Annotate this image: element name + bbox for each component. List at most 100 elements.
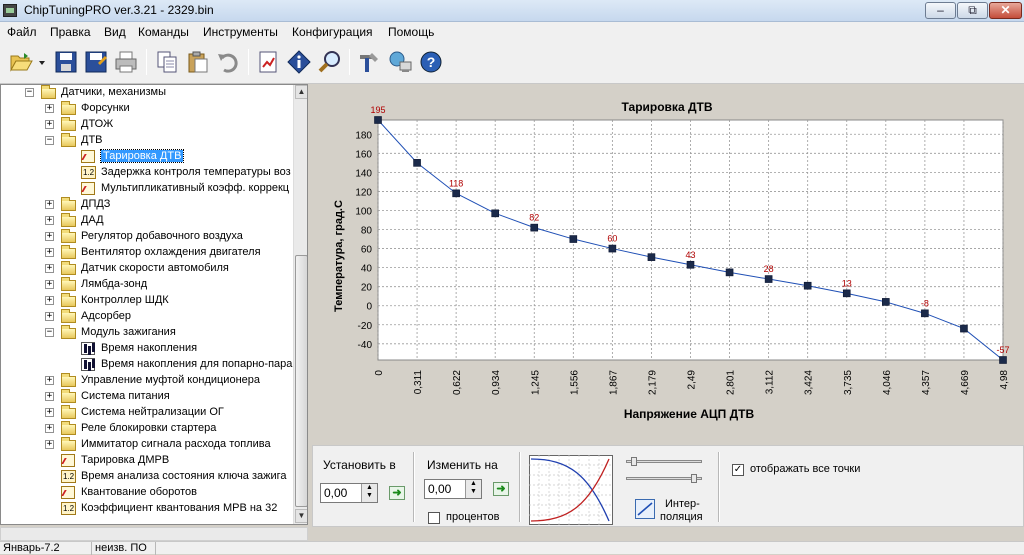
expand-icon[interactable]: + xyxy=(45,248,54,257)
chart-data-point[interactable] xyxy=(647,253,656,261)
tree-node[interactable]: + Лямбда-зонд xyxy=(1,277,293,293)
minimize-button[interactable]: ‒ xyxy=(925,2,956,19)
tree-node[interactable]: + Реле блокировки стартера xyxy=(1,421,293,437)
tree-node[interactable]: + Регулятор добавочного воздуха xyxy=(1,229,293,245)
menu-view[interactable]: Вид xyxy=(104,25,126,39)
tree-node[interactable]: 1.2 Время анализа состояния ключа зажига xyxy=(1,469,293,485)
tree-node[interactable]: Время накопления xyxy=(1,341,293,357)
dropdown-arrow-icon[interactable] xyxy=(36,49,48,75)
smoothing-slider[interactable] xyxy=(626,457,702,466)
menu-edit[interactable]: Правка xyxy=(50,25,91,39)
tree-node[interactable]: + ДАД xyxy=(1,213,293,229)
calibration-chart[interactable]: Тарировка ДТВ Напряжение АЦП ДТВ Темпера… xyxy=(312,84,1024,441)
tree-node[interactable]: Тарировка ДТВ xyxy=(1,149,293,165)
apply-change-button[interactable]: ➜ xyxy=(493,482,509,496)
close-button[interactable]: ✕ xyxy=(989,2,1022,19)
tension-slider-thumb[interactable] xyxy=(691,474,697,483)
tree-node[interactable]: − Датчики, механизмы xyxy=(1,85,293,101)
scroll-up-arrow-icon[interactable]: ▲ xyxy=(295,85,307,99)
collapse-icon[interactable]: − xyxy=(45,328,54,337)
chart-data-point[interactable] xyxy=(764,275,773,283)
tools-icon[interactable] xyxy=(356,49,382,75)
report-icon[interactable] xyxy=(255,49,281,75)
scroll-down-arrow-icon[interactable]: ▼ xyxy=(295,509,307,523)
expand-icon[interactable]: + xyxy=(45,280,54,289)
tree-node[interactable]: + Система питания xyxy=(1,389,293,405)
percent-checkbox[interactable] xyxy=(428,512,440,524)
help-icon[interactable]: ? xyxy=(418,49,444,75)
menu-help[interactable]: Помощь xyxy=(388,25,434,39)
tree-horizontal-scrollbar[interactable] xyxy=(0,527,308,541)
tree-node[interactable]: + ДТОЖ xyxy=(1,117,293,133)
tree-node[interactable]: Тарировка ДМРВ xyxy=(1,453,293,469)
save-as-icon[interactable] xyxy=(83,49,109,75)
curve-shape-icon[interactable] xyxy=(529,455,613,525)
tree-node[interactable]: Мультипликативный коэфф. коррекц xyxy=(1,181,293,197)
copy-icon[interactable] xyxy=(154,49,180,75)
smoothing-slider-thumb[interactable] xyxy=(631,457,637,466)
chart-data-point[interactable] xyxy=(686,260,695,269)
change-value-spinner-icon[interactable]: ▲ ▼ xyxy=(465,480,481,498)
chart-data-point[interactable] xyxy=(882,298,890,306)
chart-data-point[interactable] xyxy=(921,309,929,318)
tree-node[interactable]: 1.2 Задержка контроля температуры воз xyxy=(1,165,293,181)
chart-data-point[interactable] xyxy=(374,116,382,124)
print-icon[interactable] xyxy=(113,49,139,75)
tree-scrollbar[interactable]: ▲ ▼ xyxy=(293,85,307,524)
change-value-input[interactable]: 0,00 ▲ ▼ xyxy=(424,479,482,499)
chart-data-point[interactable] xyxy=(413,159,421,167)
chart-data-point[interactable] xyxy=(608,244,617,253)
expand-icon[interactable]: + xyxy=(45,424,54,433)
menu-commands[interactable]: Команды xyxy=(138,25,189,39)
chart-data-point[interactable] xyxy=(530,223,539,232)
expand-icon[interactable]: + xyxy=(45,104,54,113)
network-icon[interactable] xyxy=(387,49,413,75)
info-icon[interactable] xyxy=(286,49,312,75)
save-icon[interactable] xyxy=(53,49,79,75)
tree-node[interactable]: Квантование оборотов xyxy=(1,485,293,501)
tree-node[interactable]: − Модуль зажигания xyxy=(1,325,293,341)
tree-node[interactable]: + Вентилятор охлаждения двигателя xyxy=(1,245,293,261)
expand-icon[interactable]: + xyxy=(45,312,54,321)
chart-data-point[interactable] xyxy=(491,209,499,218)
collapse-icon[interactable]: − xyxy=(45,136,54,145)
chart-data-point[interactable] xyxy=(999,356,1007,364)
paste-icon[interactable] xyxy=(185,49,211,75)
set-value-spinner-icon[interactable]: ▲ ▼ xyxy=(361,484,377,502)
tree-node[interactable]: + ДПДЗ xyxy=(1,197,293,213)
expand-icon[interactable]: + xyxy=(45,120,54,129)
expand-icon[interactable]: + xyxy=(45,232,54,241)
search-icon[interactable] xyxy=(317,49,343,75)
chart-data-point[interactable] xyxy=(452,189,460,198)
expand-icon[interactable]: + xyxy=(45,216,54,225)
tree-node[interactable]: + Адсорбер xyxy=(1,309,293,325)
menu-tools[interactable]: Инструменты xyxy=(203,25,278,39)
chart-data-point[interactable] xyxy=(960,324,968,333)
tree-node[interactable]: + Контроллер ШДК xyxy=(1,293,293,309)
expand-icon[interactable]: + xyxy=(45,296,54,305)
expand-icon[interactable]: + xyxy=(45,440,54,449)
expand-icon[interactable]: + xyxy=(45,376,54,385)
expand-icon[interactable]: + xyxy=(45,392,54,401)
expand-icon[interactable]: + xyxy=(45,200,54,209)
tension-slider[interactable] xyxy=(626,474,702,483)
tree-node[interactable]: + Форсунки xyxy=(1,101,293,117)
expand-icon[interactable]: + xyxy=(45,408,54,417)
tree-node[interactable]: + Датчик скорости автомобиля xyxy=(1,261,293,277)
open-folder-icon[interactable] xyxy=(8,49,34,75)
tree-node[interactable]: + Управление муфтой кондиционера xyxy=(1,373,293,389)
set-value-input[interactable]: 0,00 ▲ ▼ xyxy=(320,483,378,503)
chart-data-point[interactable] xyxy=(725,268,734,277)
menu-configuration[interactable]: Конфигурация xyxy=(292,25,373,39)
expand-icon[interactable]: + xyxy=(45,264,54,273)
show-all-points-checkbox[interactable]: ✓ xyxy=(732,464,744,476)
parameter-tree[interactable]: − Датчики, механизмы + Форсунки + ДТОЖ − ДТВ Тар… xyxy=(0,84,308,525)
apply-set-button[interactable]: ➜ xyxy=(389,486,405,500)
tree-node[interactable]: Время накопления для попарно-пара xyxy=(1,357,293,373)
menu-file[interactable]: Файл xyxy=(7,25,37,39)
undo-icon[interactable] xyxy=(215,49,241,75)
tree-node[interactable]: + Система нейтрализации ОГ xyxy=(1,405,293,421)
chart-data-point[interactable] xyxy=(569,235,578,243)
tree-scroll-thumb[interactable] xyxy=(295,255,307,507)
tree-node[interactable]: − ДТВ xyxy=(1,133,293,149)
